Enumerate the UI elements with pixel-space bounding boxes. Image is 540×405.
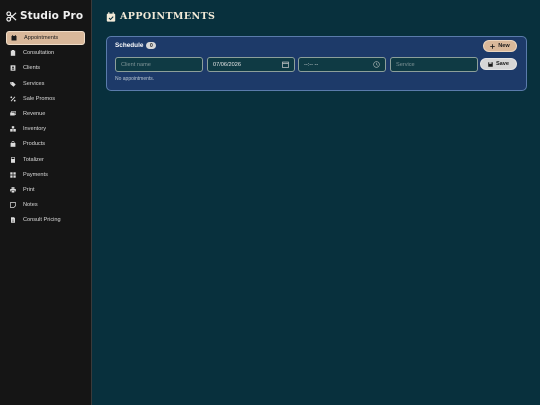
time-value: --:-- -- [304, 61, 319, 68]
plus-icon [490, 43, 495, 49]
schedule-title: Schedule [115, 42, 144, 49]
sidebar-item-label: Notes [23, 202, 38, 209]
appointment-count-badge: 0 [146, 42, 157, 49]
sidebar-item-totalizer[interactable]: Totalizer [6, 153, 85, 167]
sidebar-item-notes[interactable]: Notes [6, 198, 85, 212]
time-input[interactable]: --:-- -- [298, 57, 386, 72]
sidebar-item-revenue[interactable]: Revenue [6, 107, 85, 121]
grid-icon [10, 171, 16, 178]
calendar-picker-icon[interactable] [282, 61, 289, 68]
sidebar-item-inventory[interactable]: Inventory [6, 122, 85, 136]
money-icon [10, 111, 16, 117]
note-icon [10, 202, 16, 208]
sidebar-item-label: Consult Pricing [23, 217, 61, 224]
sidebar-item-print[interactable]: Print [6, 183, 85, 197]
sidebar-item-label: Services [23, 80, 45, 87]
sidebar-item-products[interactable]: Products [6, 137, 85, 151]
service-input[interactable]: Service [390, 57, 478, 72]
sidebar-item-label: Inventory [23, 126, 47, 133]
sidebar-nav: Appointments Consultation Clients Servic… [0, 31, 91, 227]
empty-state-text: No appointments. [115, 76, 155, 82]
save-button-label: Save [495, 61, 510, 67]
clock-icon[interactable] [373, 61, 380, 68]
date-value: 07/06/2026 [213, 61, 241, 68]
sidebar-item-label: Print [23, 186, 35, 193]
save-button[interactable]: Save [480, 58, 517, 70]
document-icon [10, 217, 16, 224]
client-name-input[interactable]: Client name [115, 57, 203, 72]
sidebar: Studio Pro Appointments Consultation Cli… [0, 0, 92, 405]
page-title: Appointments [106, 11, 215, 22]
date-input[interactable]: 07/06/2026 [207, 57, 295, 72]
calculator-icon [10, 156, 16, 163]
brand[interactable]: Studio Pro [0, 4, 91, 28]
clipboard-icon [10, 50, 16, 56]
floppy-disk-icon [488, 61, 493, 67]
sidebar-item-appointments[interactable]: Appointments [6, 31, 85, 45]
sidebar-item-label: Payments [23, 171, 48, 178]
calendar-icon [11, 35, 17, 41]
sidebar-item-label: Clients [23, 65, 41, 72]
sidebar-item-label: Sale Promos [23, 95, 56, 102]
sidebar-item-consultation[interactable]: Consultation [6, 46, 85, 60]
sidebar-item-label: Consultation [23, 50, 55, 57]
brand-name: Studio Pro [20, 10, 84, 22]
sidebar-item-label: Totalizer [23, 156, 44, 163]
sidebar-item-payments[interactable]: Payments [6, 168, 85, 182]
sidebar-item-label: Appointments [24, 35, 59, 41]
sidebar-item-services[interactable]: Services [6, 77, 85, 91]
sidebar-item-sale-promos[interactable]: Sale Promos [6, 92, 85, 106]
scissors-icon [6, 10, 17, 22]
sidebar-item-label: Revenue [23, 110, 46, 117]
boxes-icon [10, 126, 16, 132]
address-book-icon [10, 65, 16, 72]
sidebar-item-consult-pricing[interactable]: Consult Pricing [6, 213, 85, 227]
bag-icon [10, 141, 16, 148]
new-appointment-button[interactable]: New [483, 40, 517, 52]
calendar-check-icon [106, 11, 116, 22]
client-name-placeholder: Client name [121, 61, 151, 68]
percent-icon [10, 96, 16, 102]
schedule-card: Schedule 0 New Client name 07/06/2026 --… [106, 36, 527, 91]
page-title-text: Appointments [120, 11, 216, 22]
sidebar-item-label: Products [23, 141, 46, 148]
sidebar-item-clients[interactable]: Clients [6, 61, 85, 75]
new-button-label: New [498, 43, 510, 49]
main-content: Appointments Schedule 0 New Client name … [93, 0, 540, 405]
service-placeholder: Service [396, 61, 415, 68]
tags-icon [10, 81, 16, 87]
printer-icon [10, 187, 16, 193]
schedule-header: Schedule 0 [115, 42, 157, 49]
